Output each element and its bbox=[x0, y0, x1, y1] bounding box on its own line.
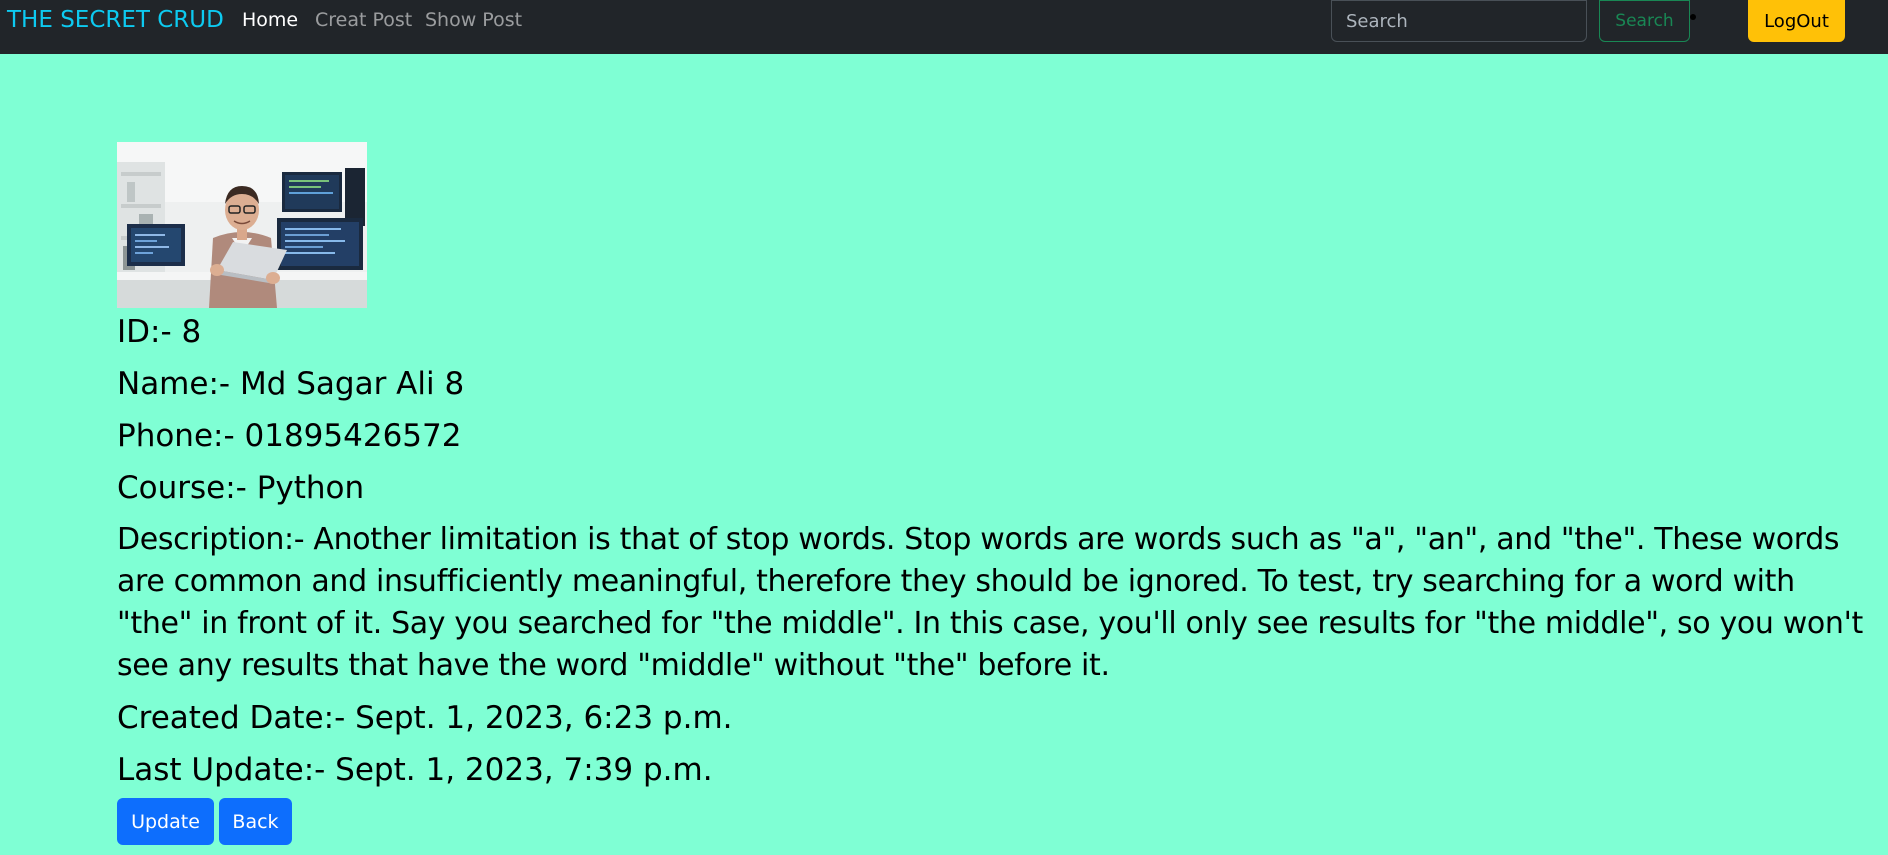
profile-photo bbox=[117, 142, 367, 308]
top-navbar: THE SECRET CRUD Home Creat Post Show Pos… bbox=[0, 0, 1888, 54]
back-button[interactable]: Back bbox=[219, 798, 292, 845]
post-course: Course:- Python bbox=[117, 470, 365, 506]
logout-button[interactable]: LogOut bbox=[1748, 0, 1845, 42]
post-id: ID:- 8 bbox=[117, 314, 202, 350]
post-name: Name:- Md Sagar Ali 8 bbox=[117, 366, 465, 402]
brand-link[interactable]: THE SECRET CRUD bbox=[7, 6, 224, 34]
nav-link-create-post[interactable]: Creat Post bbox=[315, 9, 412, 31]
search-input[interactable] bbox=[1331, 0, 1587, 42]
post-details: ID:- 8 Name:- Md Sagar Ali 8 Phone:- 018… bbox=[117, 311, 1867, 801]
post-created-date: Created Date:- Sept. 1, 2023, 6:23 p.m. bbox=[117, 700, 733, 736]
post-phone: Phone:- 01895426572 bbox=[117, 418, 462, 454]
search-button[interactable]: Search bbox=[1599, 0, 1690, 42]
post-last-update: Last Update:- Sept. 1, 2023, 7:39 p.m. bbox=[117, 752, 713, 788]
nav-link-show-post[interactable]: Show Post bbox=[425, 9, 522, 31]
post-description: Description:- Another limitation is that… bbox=[117, 522, 1863, 683]
nav-link-home[interactable]: Home bbox=[242, 9, 298, 31]
update-button[interactable]: Update bbox=[117, 798, 214, 845]
dot-separator bbox=[1690, 14, 1696, 20]
